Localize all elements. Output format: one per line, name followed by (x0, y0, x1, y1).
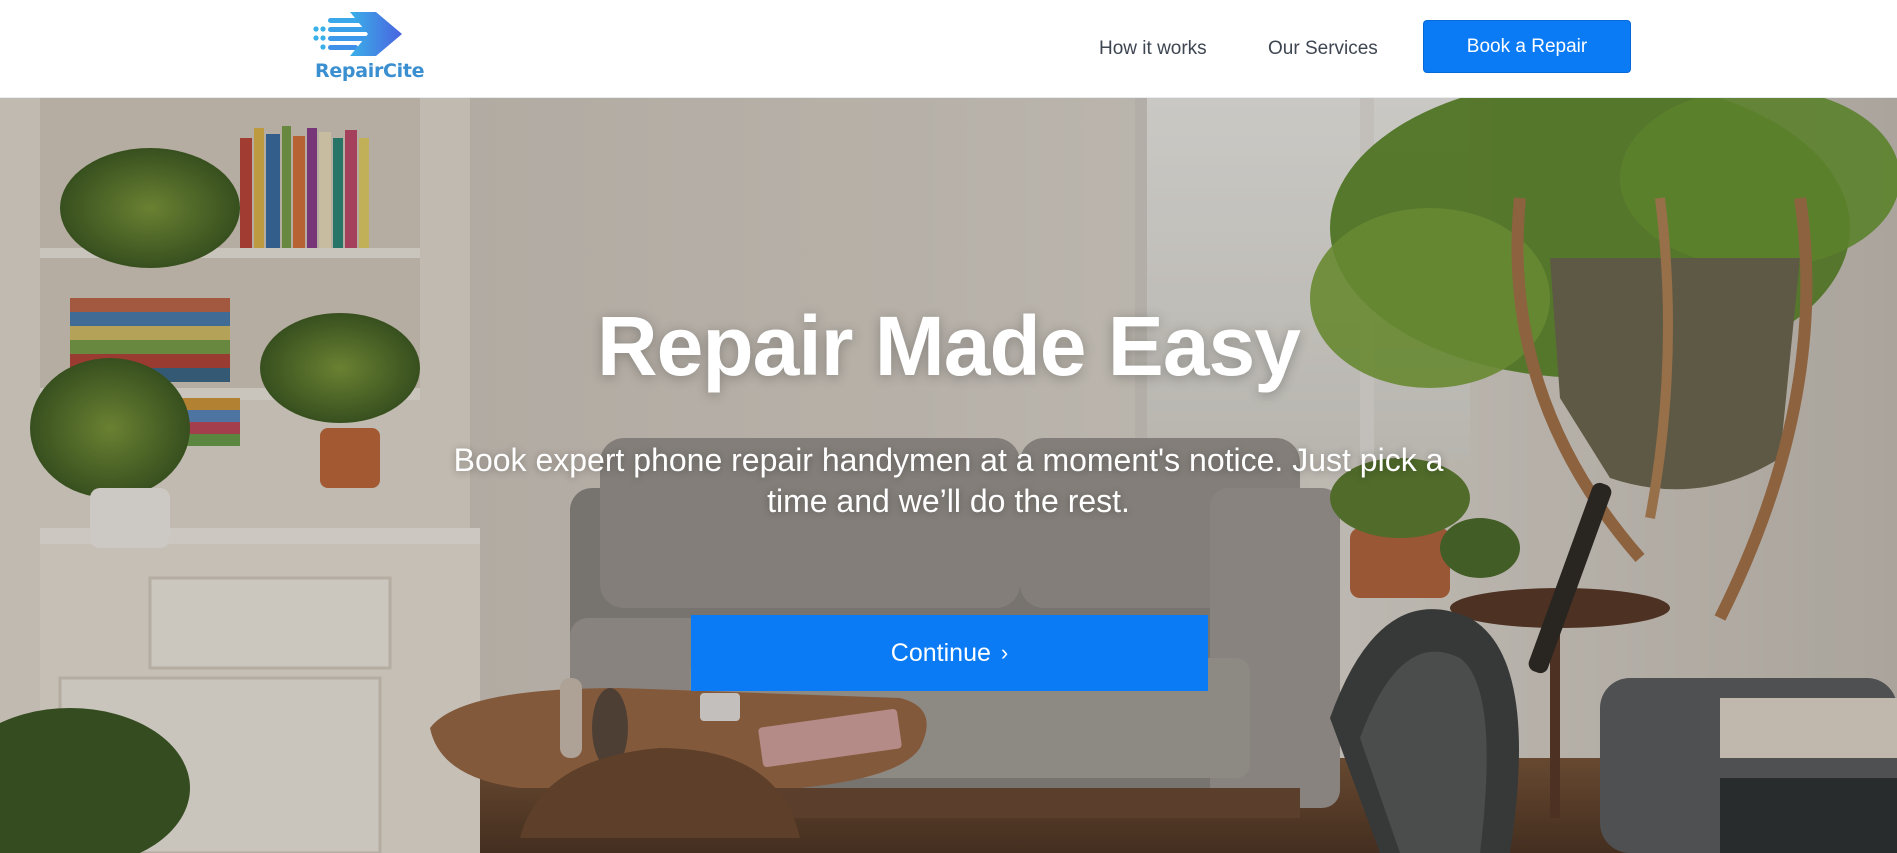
site-header: RepairCite How it works Our Services Boo… (0, 0, 1897, 98)
repaircite-logo[interactable]: RepairCite (310, 10, 425, 86)
continue-button-label: Continue (890, 638, 991, 667)
book-repair-button[interactable]: Book a Repair (1423, 20, 1631, 73)
logo-wordmark: RepairCite (315, 60, 425, 82)
hero-section: Repair Made Easy Book expert phone repai… (0, 98, 1897, 853)
continue-button[interactable]: Continue › (691, 615, 1208, 691)
nav-how-it-works[interactable]: How it works (1099, 0, 1207, 98)
arrow-logo-icon (313, 12, 402, 56)
hero-title: Repair Made Easy (596, 299, 1301, 393)
chevron-right-icon: › (1000, 640, 1009, 665)
nav-our-services[interactable]: Our Services (1268, 0, 1378, 98)
hero-subtitle: Book expert phone repair handymen at a m… (453, 442, 1444, 519)
